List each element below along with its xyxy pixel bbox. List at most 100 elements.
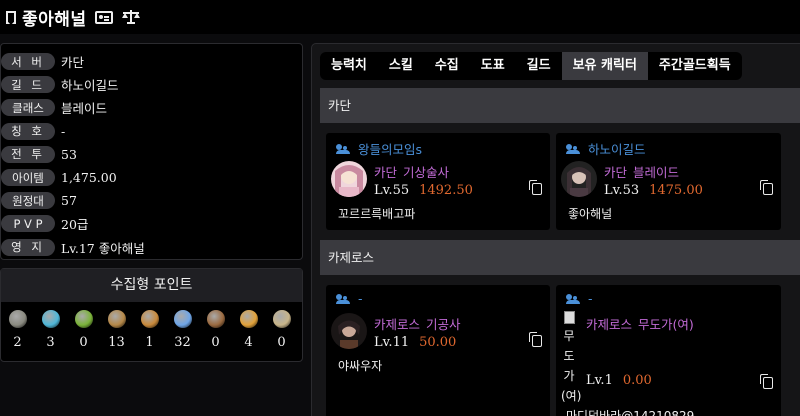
info-value: 블레이드 [61,101,108,117]
tab-bar: 능력치 스킬 수집 도표 길드 보유 캐릭터 주간골드획득 [320,52,742,80]
tab-stats[interactable]: 능력치 [320,52,378,80]
guild-people-icon [336,293,350,304]
info-label: 서 버 [1,53,55,71]
collection-count: 13 [108,335,125,350]
info-value: 57 [61,193,77,209]
tab-skills[interactable]: 스킬 [378,52,424,80]
copy-icon[interactable] [529,332,542,347]
collection-title: 수집형 포인트 [1,269,302,302]
collection-item[interactable]: 1 [133,308,166,350]
info-value: 카단 [61,55,85,71]
character-server: 카단 [374,165,398,180]
character-level: Lv.55 1492.50 [374,183,473,198]
info-value: - [61,123,66,139]
info-label: 전 투 [1,145,55,163]
collection-item[interactable]: 0 [199,308,232,350]
avatar [331,313,367,349]
character-server: 카단 [604,165,628,180]
level-text: Lv.55 [374,183,410,198]
character-card[interactable]: 왕들의모임s 카단 기상술사 Lv.55 1492.50 꼬르르륵배고파 [326,133,550,230]
tab-guild[interactable]: 길드 [516,52,562,80]
broken-image-icon [563,311,575,324]
character-class: 카단 블레이드 [604,162,679,181]
island-heart-icon [41,310,60,328]
info-label: 원정대 [1,192,55,210]
collection-count: 4 [244,335,253,350]
character-card[interactable]: - 카제로스 기공사 Lv.11 50.00 야싸우자 [326,285,550,416]
collection-count: 1 [145,335,154,350]
collection-item[interactable]: 3 [34,308,67,350]
collection-count: 0 [211,335,220,350]
info-row-title: 칭 호 - [1,120,302,143]
avatar [561,161,597,197]
character-level: Lv.1 0.00 [586,373,652,388]
guild-name: 왕들의모임s [336,139,422,158]
copy-icon[interactable] [760,374,773,389]
tab-chart[interactable]: 도표 [470,52,516,80]
guild-people-icon [566,293,580,304]
ignea-token-icon [173,310,192,328]
character-class: 카단 기상술사 [374,162,449,181]
class-name: 기공사 [426,317,461,332]
tab-weekly-gold[interactable]: 주간골드획득 [648,52,742,80]
character-nickname: 마디덤바라@14210829 [566,409,695,416]
collection-item[interactable]: 32 [166,308,199,350]
broken-avatar-image: 무 도 가 (여) [561,311,581,406]
item-level: 1492.50 [419,183,473,198]
collection-item[interactable]: 13 [100,308,133,350]
id-card-icon[interactable] [94,10,113,24]
class-name: 블레이드 [633,165,680,180]
world-tree-leaf-icon [74,310,93,328]
character-card[interactable]: - 무 도 가 (여) 카제로스 무도가(여) Lv.1 0.00 마디덤바라@14… [556,285,781,416]
avatar [331,161,367,197]
character-nickname: 야싸우자 [338,359,383,373]
info-row-class: 클래스 블레이드 [1,96,302,119]
tab-owned-characters[interactable]: 보유 캐릭터 [561,52,648,80]
level-text: Lv.1 [586,373,613,388]
collection-count: 32 [174,335,191,350]
guild-people-icon [566,143,580,154]
item-level: 50.00 [419,335,457,350]
orpheus-star-icon [239,310,258,328]
character-server: 카제로스 [586,317,633,332]
info-label: 길 드 [1,76,55,94]
info-label: 영 지 [1,238,55,256]
server-header: 카제로스 [320,240,800,275]
copy-icon[interactable] [760,180,773,195]
guild-name: - [566,291,593,306]
info-value: 20급 [61,217,89,233]
header-bar: 좋아해널 [0,0,800,34]
character-card[interactable]: 하노이길드 카단 블레이드 Lv.53 1475.00 좋아해널 [556,133,781,230]
avatar-alt-text: 무 [563,329,575,343]
copy-icon[interactable] [529,180,542,195]
collection-count: 0 [79,335,88,350]
item-level: 1475.00 [649,183,703,198]
guild-label: - [358,291,363,306]
scales-icon[interactable] [121,9,141,25]
collection-item[interactable]: 4 [232,308,265,350]
info-row-combat: 전 투 53 [1,143,302,166]
character-name: 좋아해널 [22,9,87,30]
collection-item[interactable]: 0 [67,308,100,350]
collection-item[interactable]: 0 [265,308,298,350]
collection-points-panel: 수집형 포인트 2 3 0 13 1 32 0 4 0 [0,268,303,362]
collection-item[interactable]: 2 [1,308,34,350]
bookmark-icon[interactable] [6,10,16,24]
tab-collection[interactable]: 수집 [424,52,470,80]
level-text: Lv.53 [604,183,640,198]
giant-heart-icon [140,310,159,328]
adventure-map-icon [107,310,126,328]
info-label: 칭 호 [1,122,55,140]
character-class: 카제로스 기공사 [374,314,461,333]
character-nickname: 좋아해널 [568,207,613,221]
avatar-alt-text: 도 [563,349,575,363]
sea-bounty-icon [272,310,291,328]
info-row-item-level: 아이템 1,475.00 [1,166,302,189]
info-row-guild: 길 드 하노이길드 [1,73,302,96]
info-label: 클래스 [1,99,55,117]
info-label: P V P [1,215,55,233]
class-name: 기상술사 [403,165,450,180]
info-value: 53 [61,146,77,162]
guild-people-icon [336,143,350,154]
item-level: 0.00 [622,373,652,388]
